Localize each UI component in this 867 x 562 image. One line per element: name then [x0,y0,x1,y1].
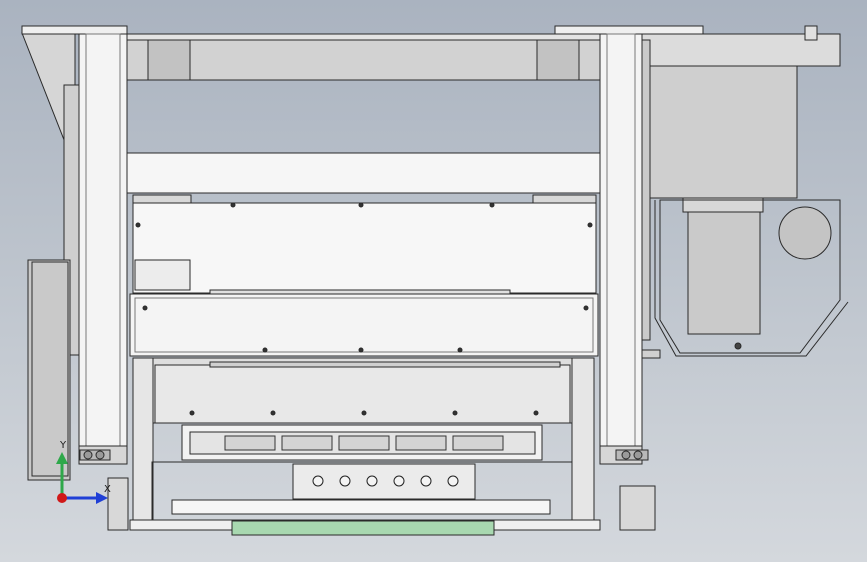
window-slot [338,435,390,451]
left-column [78,33,128,465]
window-slot [281,435,333,451]
control-button[interactable] [366,475,378,487]
middle-panel [129,293,599,357]
triad-x-label: X [104,484,111,495]
triad-y-label: Y [60,440,67,451]
control-button[interactable] [312,475,324,487]
machine-front-view [21,25,849,536]
window-slot [224,435,276,451]
cross-beam [126,152,601,204]
window-slots [224,435,504,451]
control-button[interactable] [339,475,351,487]
window-slot [395,435,447,451]
control-button[interactable] [447,475,459,487]
window-slot [452,435,504,451]
control-button[interactable] [420,475,432,487]
upper-panel [132,202,597,295]
right-column [599,33,649,465]
top-beam [126,33,601,81]
control-button[interactable] [393,475,405,487]
cad-viewport[interactable]: Y X [0,0,867,562]
